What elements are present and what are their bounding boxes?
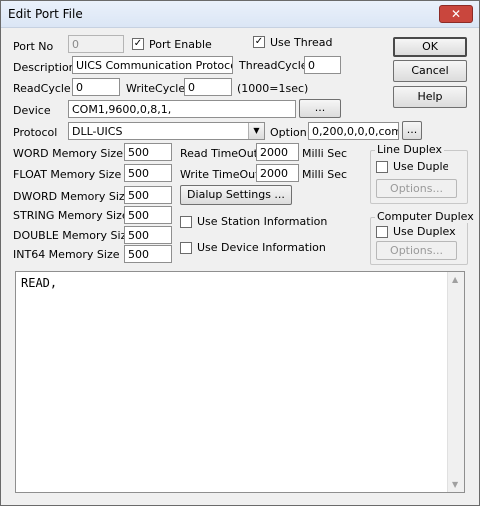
script-memo[interactable]: READ, ▲ ▼ <box>15 271 465 493</box>
description-field[interactable]: UICS Communication Protocol Se <box>72 56 233 74</box>
scroll-down-icon[interactable]: ▼ <box>452 480 458 489</box>
float-memory-field[interactable]: 500 <box>124 164 172 182</box>
use-thread-label: Use Thread <box>270 36 333 49</box>
device-label: Device <box>13 104 51 117</box>
cycle-hint: (1000=1sec) <box>237 82 309 95</box>
write-timeout-unit: Milli Sec <box>302 168 348 181</box>
word-memory-label: WORD Memory Size <box>13 147 123 160</box>
scroll-up-icon[interactable]: ▲ <box>452 275 458 284</box>
edit-port-file-dialog: Edit Port File ✕ Port No 0 ✓ Port Enable… <box>0 0 480 506</box>
help-button[interactable]: Help <box>393 86 467 108</box>
protocol-label: Protocol <box>13 126 58 139</box>
word-memory-field[interactable]: 500 <box>124 143 172 161</box>
string-memory-label: STRING Memory Size <box>13 209 129 222</box>
option-browse-button[interactable]: ... <box>402 121 422 140</box>
port-enable-checkbox[interactable]: ✓ <box>132 38 144 50</box>
use-station-label: Use Station Information <box>197 215 328 228</box>
dword-memory-label: DWORD Memory Size <box>13 190 132 203</box>
device-browse-button[interactable]: ... <box>299 99 341 118</box>
computer-duplex-checkbox-label: Use Duplex <box>393 225 456 238</box>
read-timeout-field[interactable]: 2000 <box>256 143 299 161</box>
chevron-down-icon[interactable]: ▼ <box>248 123 264 139</box>
port-no-label: Port No <box>13 40 54 53</box>
protocol-combo[interactable]: DLL-UICS ▼ <box>68 122 265 140</box>
use-device-checkbox[interactable] <box>180 242 192 254</box>
computer-duplex-options-button[interactable]: Options... <box>376 241 457 260</box>
computer-duplex-title: Computer Duplex <box>375 210 476 223</box>
read-timeout-label: Read TimeOut <box>180 147 258 160</box>
option-field[interactable]: 0,200,0,0,0,comm <box>308 122 399 140</box>
string-memory-field[interactable]: 500 <box>124 206 172 224</box>
description-label: Description <box>13 61 76 74</box>
double-memory-label: DOUBLE Memory Size <box>13 229 134 242</box>
read-cycle-field[interactable]: 0 <box>72 78 120 96</box>
memo-text: READ, <box>21 276 58 290</box>
window-title: Edit Port File <box>8 7 83 21</box>
cancel-button[interactable]: Cancel <box>393 60 467 82</box>
title-bar: Edit Port File ✕ <box>1 1 479 28</box>
int64-memory-field[interactable]: 500 <box>124 245 172 263</box>
use-thread-checkbox[interactable]: ✓ <box>253 36 265 48</box>
line-duplex-checkbox[interactable] <box>376 161 388 173</box>
write-cycle-field[interactable]: 0 <box>184 78 232 96</box>
vertical-scrollbar[interactable]: ▲ ▼ <box>447 272 464 492</box>
write-timeout-label: Write TimeOut <box>180 168 260 181</box>
port-no-field[interactable]: 0 <box>68 35 124 53</box>
computer-duplex-checkbox[interactable] <box>376 226 388 238</box>
double-memory-field[interactable]: 500 <box>124 226 172 244</box>
write-timeout-field[interactable]: 2000 <box>256 164 299 182</box>
dword-memory-field[interactable]: 500 <box>124 186 172 204</box>
line-duplex-title: Line Duplex <box>375 143 444 156</box>
close-button[interactable]: ✕ <box>439 5 473 23</box>
line-duplex-checkbox-label: Use Duplex <box>393 160 448 173</box>
thread-cycle-field[interactable]: 0 <box>304 56 341 74</box>
use-device-label: Use Device Information <box>197 241 326 254</box>
int64-memory-label: INT64 Memory Size <box>13 248 120 261</box>
ok-button[interactable]: OK <box>393 37 467 57</box>
write-cycle-label: WriteCycle <box>126 82 186 95</box>
option-label: Option <box>270 126 307 139</box>
read-timeout-unit: Milli Sec <box>302 147 348 160</box>
read-cycle-label: ReadCycle <box>13 82 71 95</box>
float-memory-label: FLOAT Memory Size <box>13 168 122 181</box>
line-duplex-options-button[interactable]: Options... <box>376 179 457 198</box>
device-field[interactable]: COM1,9600,0,8,1, <box>68 100 296 118</box>
port-enable-label: Port Enable <box>149 38 212 51</box>
use-station-checkbox[interactable] <box>180 216 192 228</box>
thread-cycle-label: ThreadCycle <box>239 59 308 72</box>
dialup-settings-button[interactable]: Dialup Settings ... <box>180 185 292 205</box>
protocol-value: DLL-UICS <box>72 125 123 138</box>
